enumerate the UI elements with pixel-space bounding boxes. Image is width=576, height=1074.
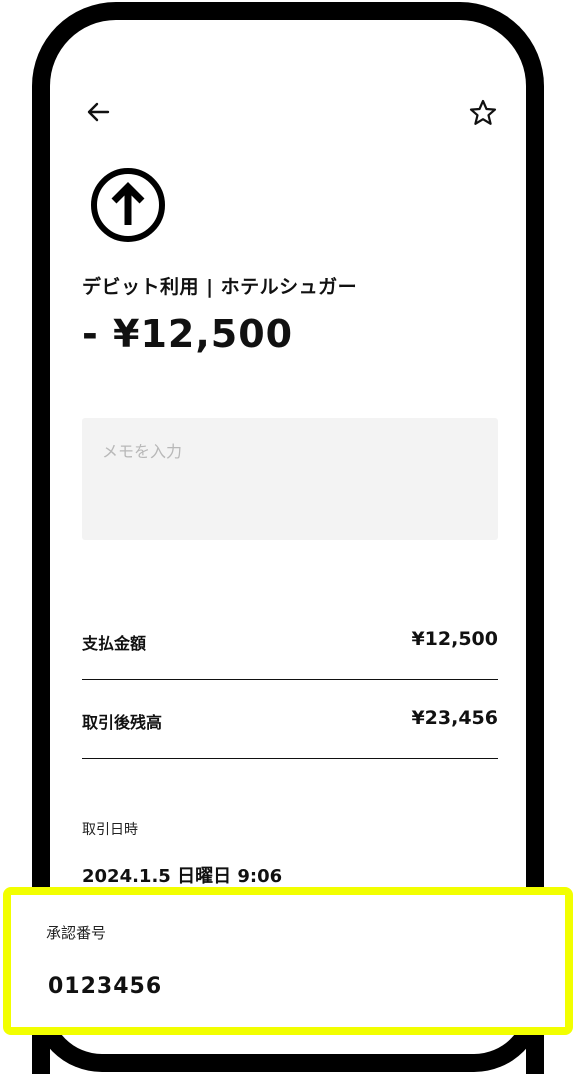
approval-number-value: 0123456 [48,974,163,999]
memo-input[interactable] [82,418,498,540]
datetime-label: 取引日時 [82,822,138,838]
balance-after-label: 取引後残高 [82,713,163,732]
arrow-left-icon[interactable] [84,98,112,126]
approval-number-label: 承認番号 [46,924,107,942]
balance-after-value: ¥23,456 [411,707,498,729]
divider [82,758,498,759]
approval-number-highlight [3,887,573,1035]
payment-amount-label: 支払金額 [82,634,147,653]
datetime-value: 2024.1.5 日曜日 9:06 [82,866,283,887]
star-outline-icon[interactable] [468,98,498,128]
transaction-title: デビット利用 | ホテルシュガー [82,276,358,298]
arrow-up-circle-icon [91,168,165,242]
payment-amount-value: ¥12,500 [411,628,498,650]
transaction-amount: - ¥12,500 [82,312,294,356]
divider [82,679,498,680]
